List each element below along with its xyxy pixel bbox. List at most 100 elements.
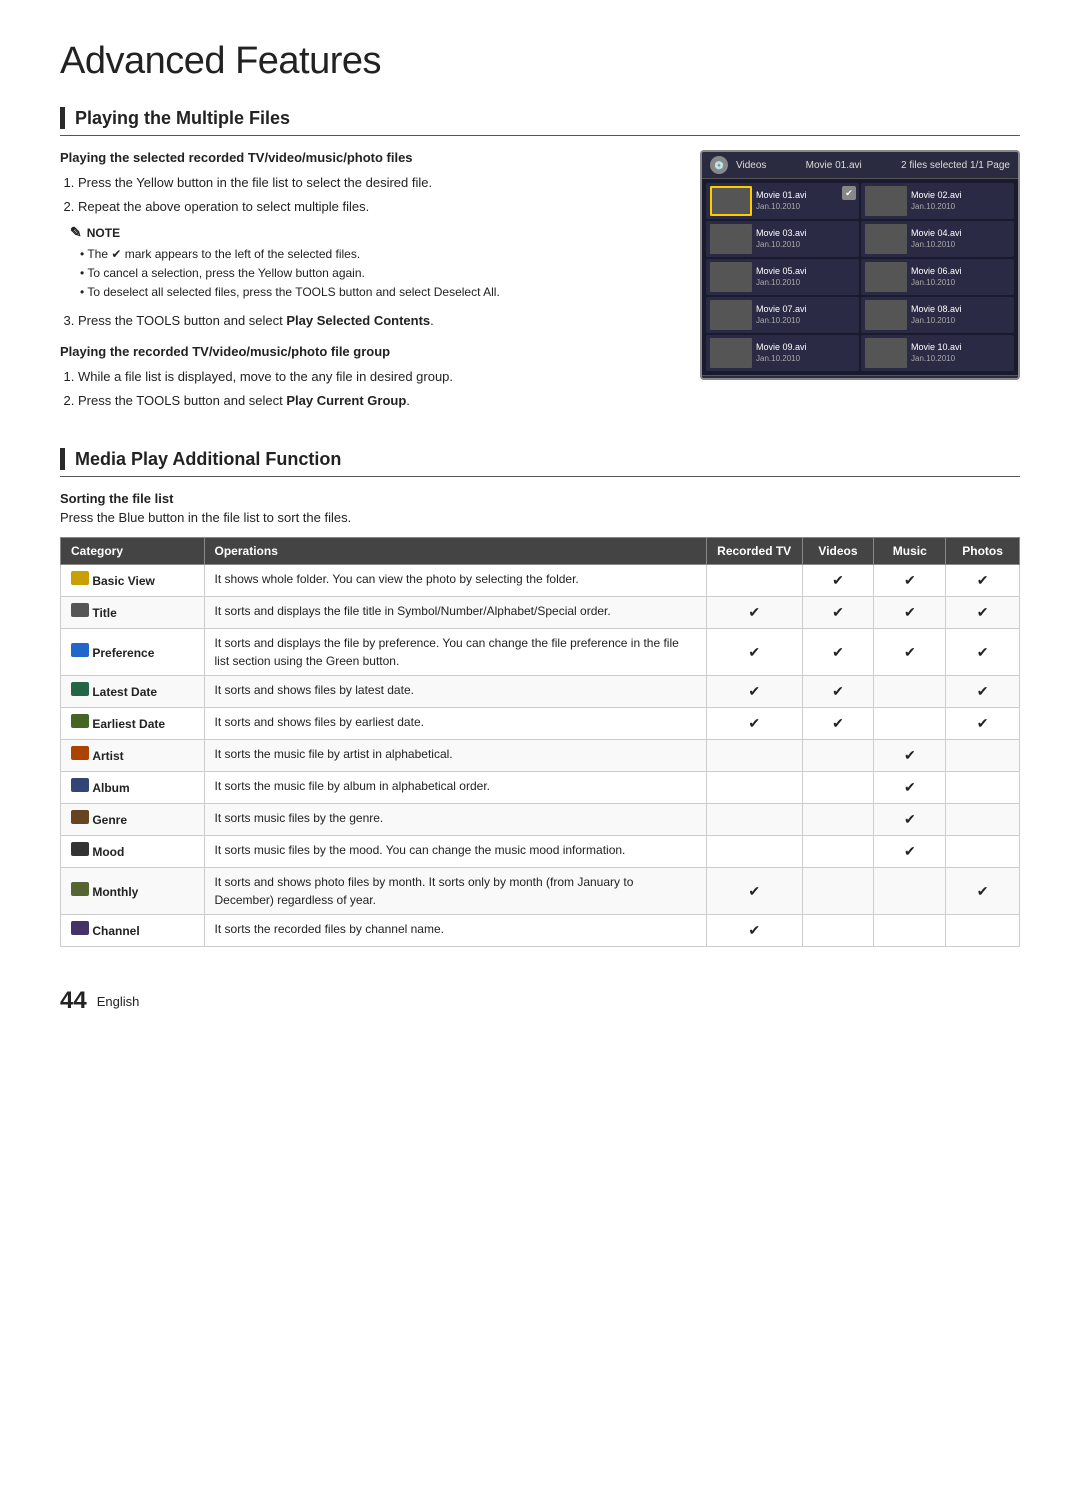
checkmark-icon: ✔ xyxy=(904,604,916,620)
note-icon: ✎ xyxy=(70,224,82,241)
category-cell: Basic View xyxy=(61,565,205,597)
category-cell: Mood xyxy=(61,836,205,868)
col-header-photos: Photos xyxy=(946,538,1020,565)
operation-cell: It sorts music files by the genre. xyxy=(204,804,706,836)
checkmark-icon: ✔ xyxy=(977,604,989,620)
category-cell: Earliest Date xyxy=(61,708,205,740)
music-cell: ✔ xyxy=(874,740,946,772)
note-label: ✎ NOTE xyxy=(70,224,670,241)
tv-bottom-bar: ■ SUM ▲ A Change Device ■ Select ■ Sorti… xyxy=(702,375,1018,380)
checkmark-icon: ✔ xyxy=(748,644,760,660)
category-label: Latest Date xyxy=(92,685,157,699)
checkmark-icon: ✔ xyxy=(832,572,844,588)
category-icon-title xyxy=(71,603,89,617)
checkmark-icon: ✔ xyxy=(977,883,989,899)
tv-file-item: Movie 05.avi Jan.10.2010 xyxy=(706,259,859,295)
checkmark-icon: ✔ xyxy=(748,715,760,731)
section2-header: Media Play Additional Function xyxy=(60,448,1020,477)
videos-cell xyxy=(802,836,874,868)
category-label: Title xyxy=(92,606,116,620)
category-label: Basic View xyxy=(92,574,154,588)
checkmark-icon: ✔ xyxy=(904,747,916,763)
table-row: PreferenceIt sorts and displays the file… xyxy=(61,629,1020,676)
table-body: Basic View It shows whole folder. You can… xyxy=(61,565,1020,947)
category-icon-pref xyxy=(71,643,89,657)
tv-top-info: Videos Movie 01.avi 2 files selected 1/1… xyxy=(736,160,1010,171)
tv-file-item: Movie 04.avi Jan.10.2010 xyxy=(861,221,1014,257)
music-cell: ✔ xyxy=(874,629,946,676)
checkmark-icon: ✔ xyxy=(832,683,844,699)
operation-cell: It sorts the recorded files by channel n… xyxy=(204,915,706,947)
videos-cell: ✔ xyxy=(802,597,874,629)
category-label: Album xyxy=(92,781,129,795)
tv-item-info: Movie 03.avi Jan.10.2010 xyxy=(756,228,807,250)
recorded-tv-cell: ✔ xyxy=(706,629,802,676)
recorded-tv-cell xyxy=(706,804,802,836)
section-bar-1 xyxy=(60,107,65,129)
steps-list-2: While a file list is displayed, move to … xyxy=(78,367,670,410)
subsection2-title: Playing the recorded TV/video/music/phot… xyxy=(60,344,670,359)
checkmark-icon: ✔ xyxy=(977,683,989,699)
recorded-tv-cell: ✔ xyxy=(706,868,802,915)
recorded-tv-cell xyxy=(706,740,802,772)
category-icon-album xyxy=(71,778,89,792)
tv-checkmark: ✔ xyxy=(842,186,856,200)
category-icon-date-e xyxy=(71,714,89,728)
music-cell xyxy=(874,868,946,915)
recorded-tv-cell: ✔ xyxy=(706,676,802,708)
checkmark-icon: ✔ xyxy=(832,644,844,660)
recorded-tv-cell: ✔ xyxy=(706,597,802,629)
checkmark-icon: ✔ xyxy=(904,811,916,827)
tv-item-info: Movie 01.avi Jan.10.2010 xyxy=(756,190,807,212)
category-label: Artist xyxy=(92,749,123,763)
checkmark-icon: ✔ xyxy=(904,572,916,588)
sorting-subsection-title: Sorting the file list xyxy=(60,491,1020,506)
category-cell: Artist xyxy=(61,740,205,772)
category-label: Earliest Date xyxy=(92,717,165,731)
tv-thumb xyxy=(865,338,907,368)
recorded-tv-cell xyxy=(706,772,802,804)
tv-item-info: Movie 09.avi Jan.10.2010 xyxy=(756,342,807,364)
category-icon-folder xyxy=(71,571,89,585)
photos-cell: ✔ xyxy=(946,565,1020,597)
tv-file-item: Movie 06.avi Jan.10.2010 xyxy=(861,259,1014,295)
music-cell xyxy=(874,676,946,708)
tv-top-bar: 💿 Videos Movie 01.avi 2 files selected 1… xyxy=(702,152,1018,179)
tv-item-info: Movie 05.avi Jan.10.2010 xyxy=(756,266,807,288)
videos-cell: ✔ xyxy=(802,708,874,740)
tv-thumb xyxy=(710,186,752,216)
section1-text: Playing the selected recorded TV/video/m… xyxy=(60,150,670,418)
photos-cell xyxy=(946,804,1020,836)
tv-thumb xyxy=(865,300,907,330)
category-label: Genre xyxy=(92,813,127,827)
operation-cell: It sorts and displays the file title in … xyxy=(204,597,706,629)
videos-cell xyxy=(802,740,874,772)
table-row: MonthlyIt sorts and shows photo files by… xyxy=(61,868,1020,915)
category-icon-monthly xyxy=(71,882,89,896)
recorded-tv-cell: ✔ xyxy=(706,708,802,740)
photos-cell xyxy=(946,772,1020,804)
note-list: The ✔ mark appears to the left of the se… xyxy=(70,245,670,303)
category-cell: Monthly xyxy=(61,868,205,915)
table-row: Genre It sorts music files by the genre. ✔ xyxy=(61,804,1020,836)
category-icon-date-l xyxy=(71,682,89,696)
music-cell xyxy=(874,915,946,947)
disc-icon: 💿 xyxy=(710,156,728,174)
checkmark-icon: ✔ xyxy=(977,644,989,660)
checkmark-icon: ✔ xyxy=(904,779,916,795)
tv-item-info: Movie 10.avi Jan.10.2010 xyxy=(911,342,962,364)
section-bar-2 xyxy=(60,448,65,470)
operation-cell: It sorts and shows photo files by month.… xyxy=(204,868,706,915)
table-row: ChannelIt sorts the recorded files by ch… xyxy=(61,915,1020,947)
category-label: Preference xyxy=(92,646,154,660)
category-icon-mood xyxy=(71,842,89,856)
page-lang: English xyxy=(97,994,140,1009)
table-row: MoodIt sorts music files by the mood. Yo… xyxy=(61,836,1020,868)
tv-file-item: Movie 03.avi Jan.10.2010 xyxy=(706,221,859,257)
music-cell: ✔ xyxy=(874,772,946,804)
col-header-music: Music xyxy=(874,538,946,565)
tv-item-info: Movie 02.avi Jan.10.2010 xyxy=(911,190,962,212)
tv-file-grid: Movie 01.avi Jan.10.2010 ✔ Movie 02.avi … xyxy=(702,179,1018,375)
checkmark-icon: ✔ xyxy=(977,715,989,731)
operation-cell: It shows whole folder. You can view the … xyxy=(204,565,706,597)
